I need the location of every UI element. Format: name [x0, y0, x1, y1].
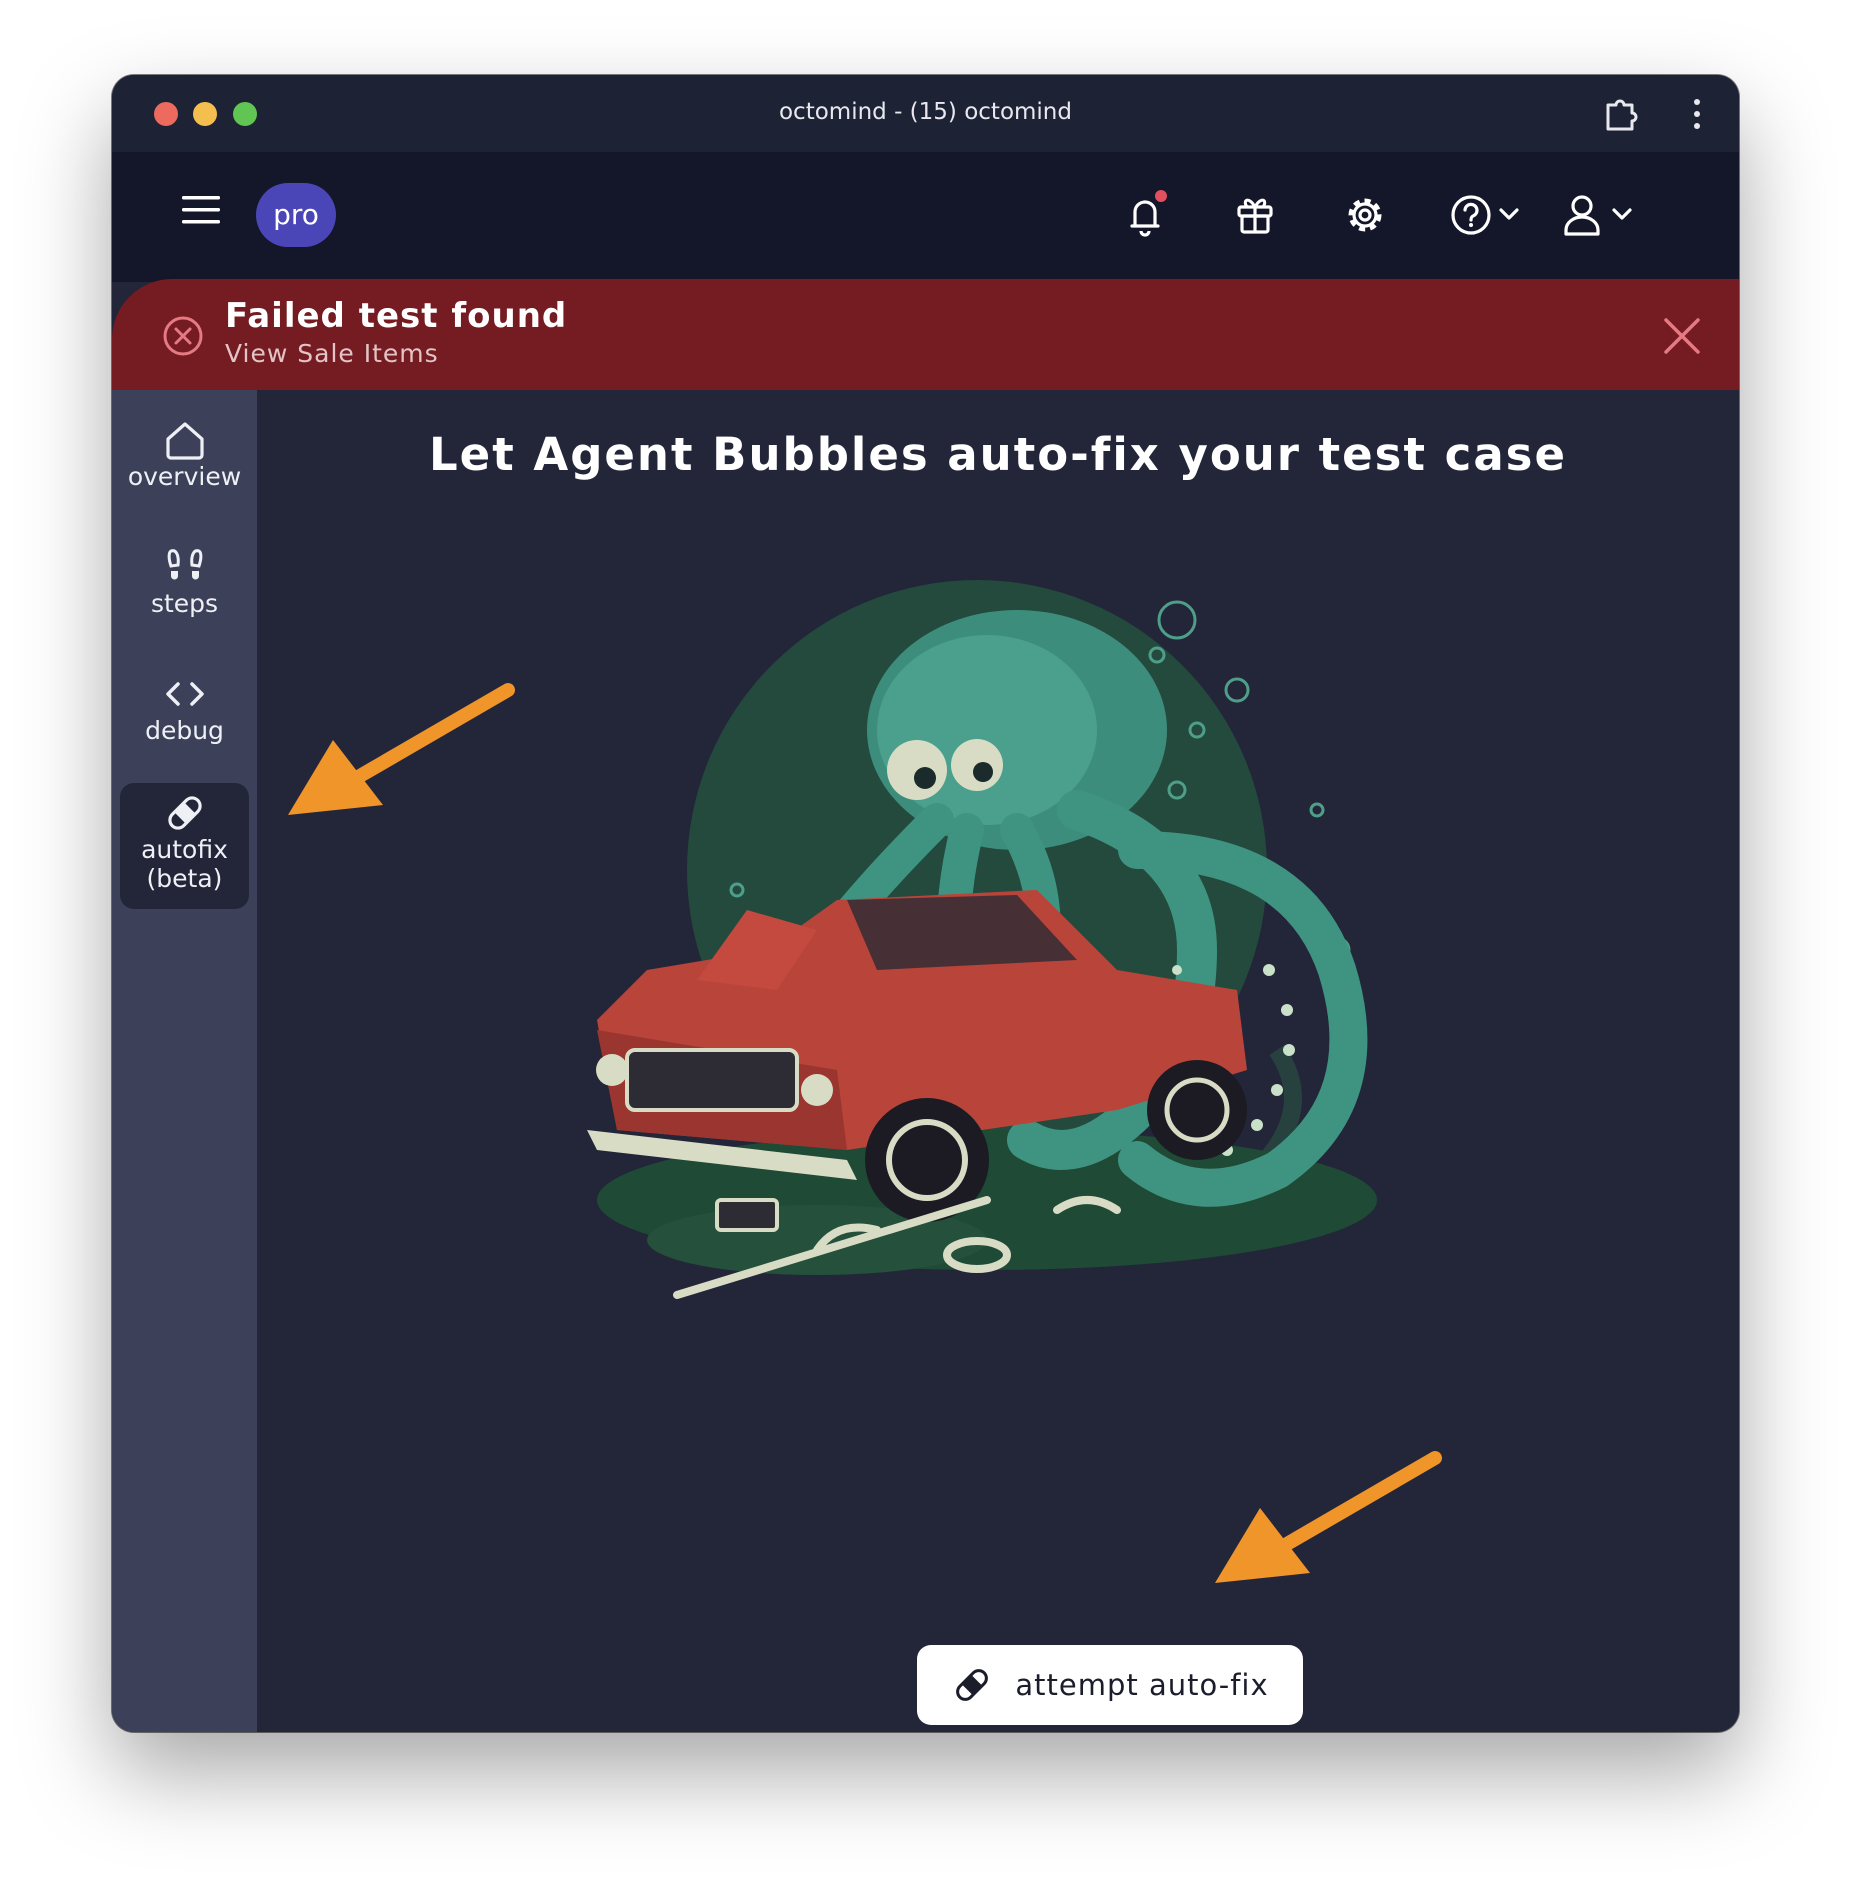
sidebar-item-debug[interactable]: debug: [120, 672, 249, 772]
banner-subtitle[interactable]: View Sale Items: [225, 339, 439, 368]
sidebar: overview steps debug autofix (beta): [112, 390, 257, 1732]
main-content: Let Agent Bubbles auto-fix your test cas…: [257, 390, 1739, 1732]
annotation-arrow-sidebar: [288, 683, 515, 815]
app-window: octomind - (15) octomind pro Failed test…: [112, 75, 1739, 1732]
title-bar: octomind - (15) octomind: [112, 75, 1739, 152]
sidebar-item-label: autofix: [141, 835, 228, 864]
footsteps-icon: [167, 549, 202, 580]
bell-icon[interactable]: [1120, 190, 1170, 240]
octopus-repairing-car-illustration: [587, 580, 1377, 1299]
help-icon[interactable]: [1449, 190, 1529, 240]
sidebar-item-sublabel: (beta): [146, 864, 223, 893]
window-title: octomind - (15) octomind: [778, 99, 1072, 125]
sidebar-item-autofix[interactable]: autofix (beta): [120, 783, 249, 909]
sidebar-item-label: steps: [150, 589, 219, 618]
bandage-icon: [956, 1669, 989, 1701]
plan-badge[interactable]: pro: [256, 183, 336, 247]
sidebar-item-overview[interactable]: overview: [120, 418, 249, 518]
bandage-icon: [167, 796, 202, 830]
attempt-autofix-label: attempt auto-fix: [1015, 1668, 1269, 1702]
notification-dot: [1155, 190, 1167, 202]
menu-icon[interactable]: [180, 192, 222, 228]
error-circle-icon: [163, 316, 203, 356]
gear-icon[interactable]: [1340, 190, 1390, 240]
page-headline: Let Agent Bubbles auto-fix your test cas…: [429, 428, 1567, 481]
close-icon[interactable]: [1662, 316, 1702, 356]
user-icon[interactable]: [1560, 190, 1640, 240]
code-icon: [165, 682, 204, 706]
home-icon: [165, 422, 204, 460]
sidebar-item-label: debug: [145, 716, 224, 745]
gift-icon[interactable]: [1230, 190, 1280, 240]
annotation-arrow-button: [1215, 1451, 1442, 1583]
failed-test-banner[interactable]: Failed test found View Sale Items: [112, 279, 1739, 390]
sidebar-item-label: overview: [127, 462, 242, 491]
extension-icon[interactable]: [1602, 95, 1640, 133]
attempt-autofix-button[interactable]: attempt auto-fix: [917, 1645, 1303, 1725]
sidebar-item-steps[interactable]: steps: [120, 545, 249, 645]
top-navigation: pro: [112, 152, 1739, 282]
more-options-icon[interactable]: [1690, 97, 1704, 131]
banner-title: Failed test found: [225, 296, 568, 336]
